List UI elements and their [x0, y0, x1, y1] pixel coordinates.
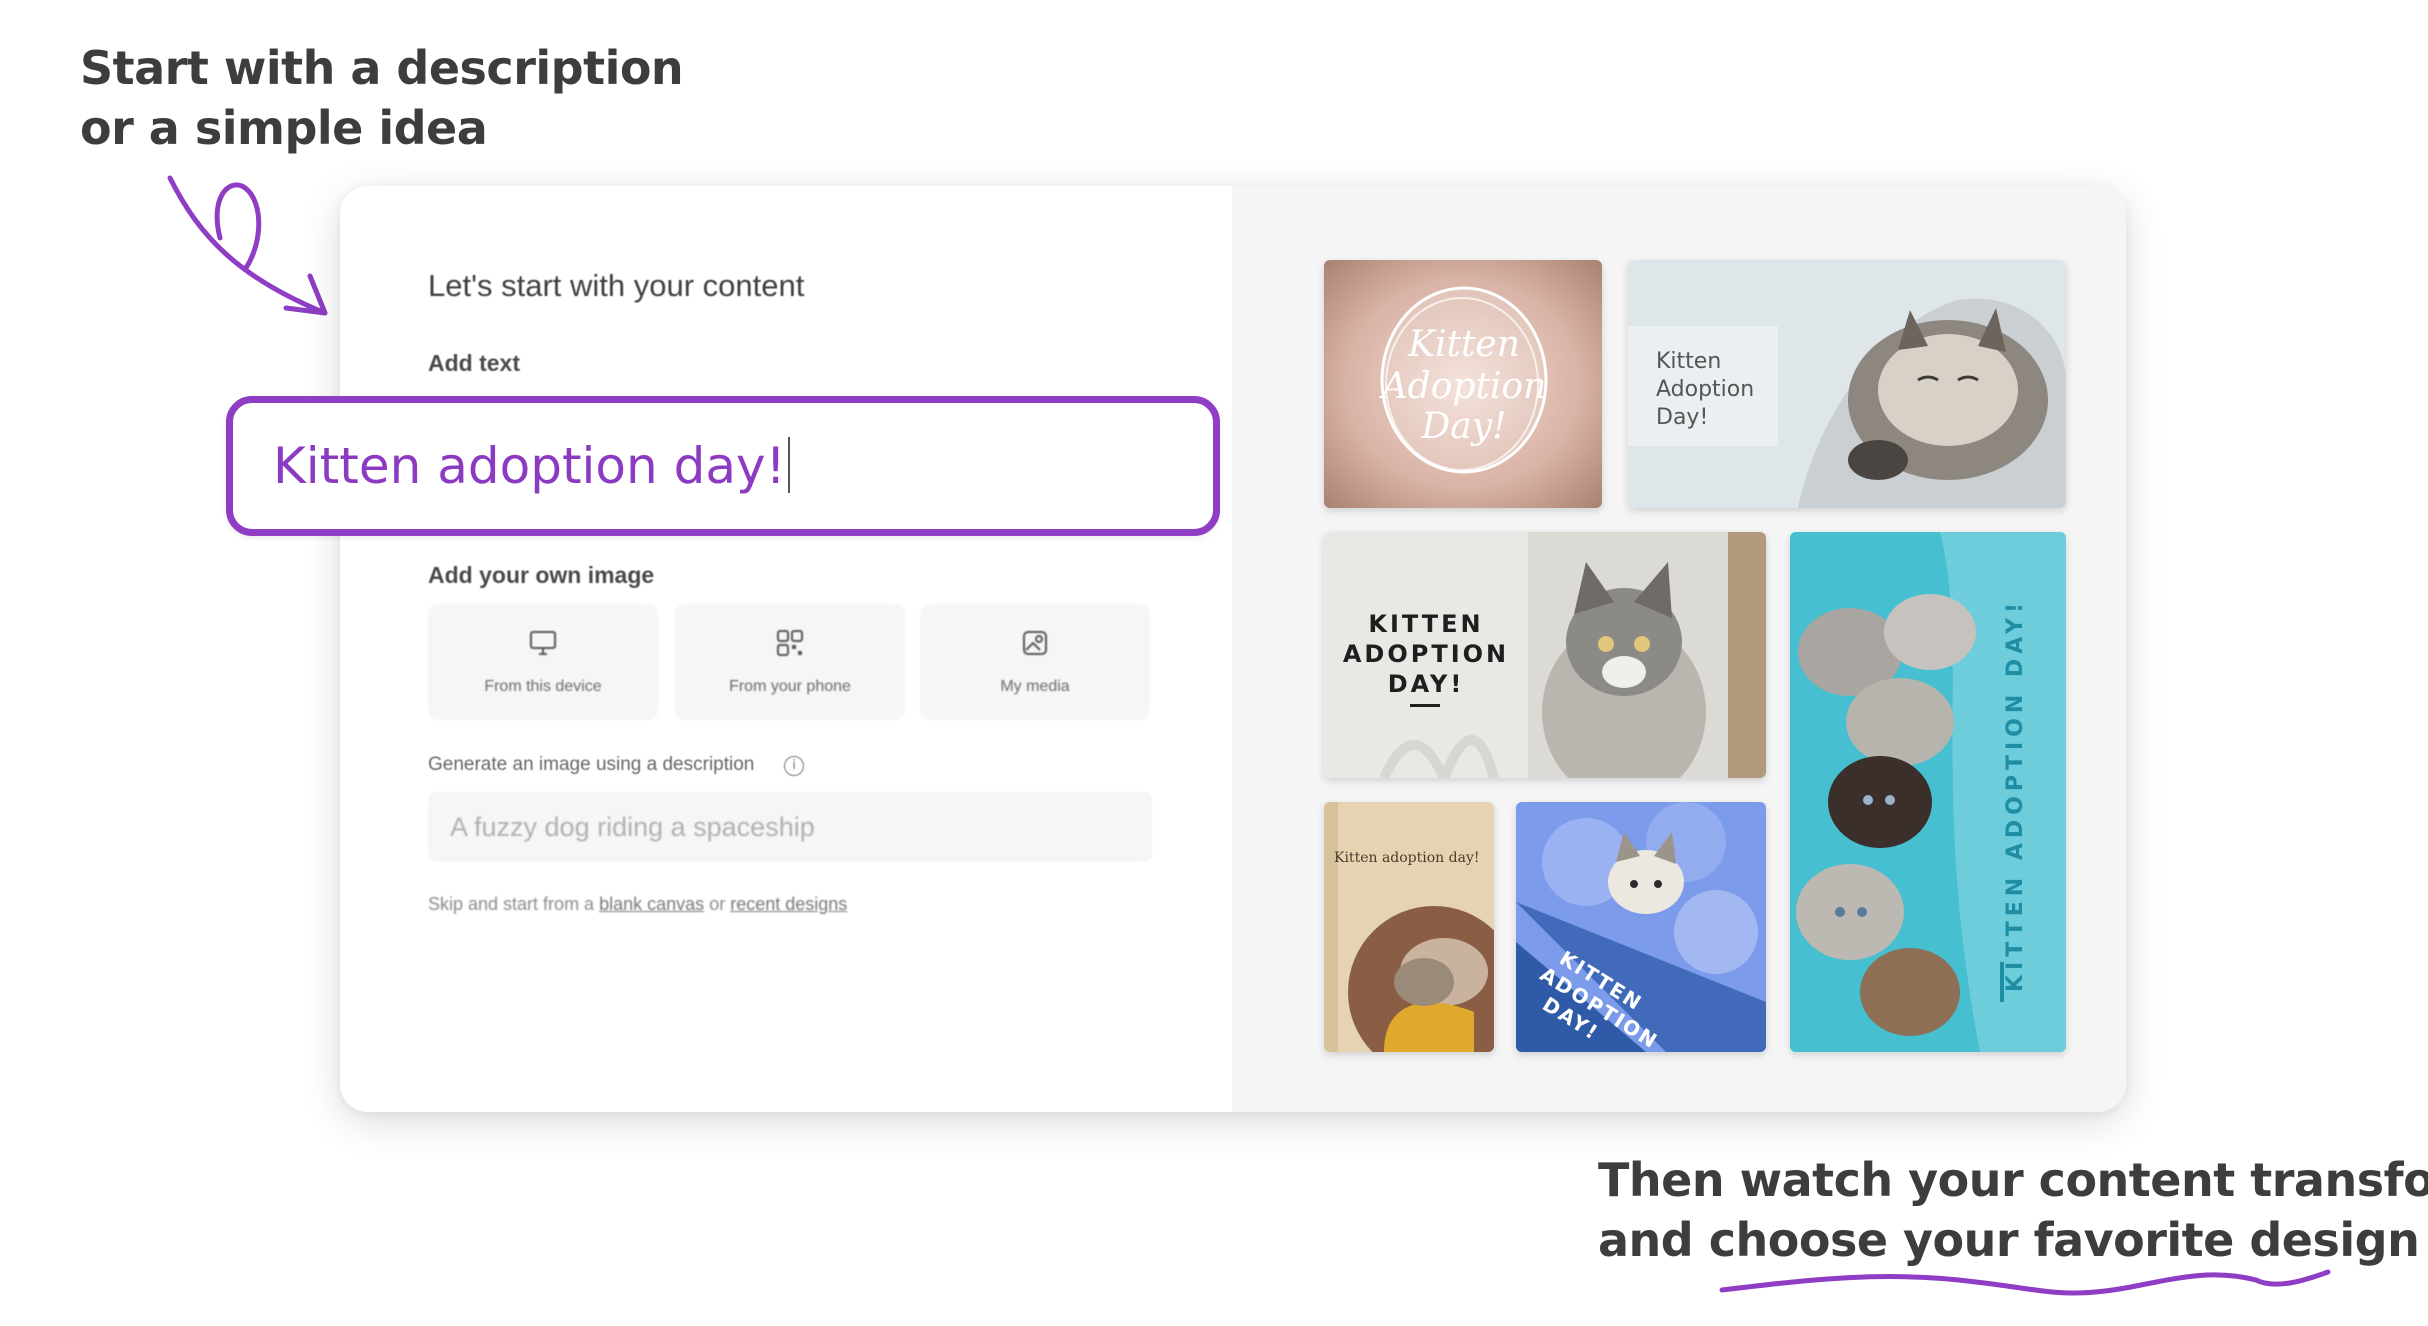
- top-caption-line-2: or a simple idea: [80, 101, 488, 155]
- design-5-artwork: Kitten adoption day!: [1324, 802, 1494, 1052]
- svg-text:ADOPTION: ADOPTION: [1343, 640, 1509, 668]
- design-3-artwork: KITTEN ADOPTION DAY!: [1324, 532, 1766, 778]
- bottom-caption-line-1: Then watch your content transform: [1598, 1153, 2428, 1207]
- content-form-panel: Let's start with your content Add text A…: [340, 186, 1232, 1112]
- from-device-button[interactable]: From this device: [428, 604, 658, 720]
- recent-designs-link[interactable]: recent designs: [730, 894, 847, 914]
- info-icon[interactable]: [784, 756, 804, 776]
- svg-text:Day!: Day!: [1656, 405, 1708, 430]
- text-input-value: Kitten adoption day!: [273, 437, 790, 495]
- image-gallery-icon: [1023, 631, 1047, 655]
- add-text-input[interactable]: Kitten adoption day!: [226, 396, 1220, 536]
- or-text: or: [709, 894, 726, 914]
- from-device-label: From this device: [484, 678, 602, 695]
- skip-prefix: Skip and start from a: [428, 894, 595, 914]
- generate-input-placeholder: A fuzzy dog riding a spaceship: [450, 812, 815, 842]
- blank-canvas-link[interactable]: blank canvas: [599, 894, 704, 914]
- top-caption-line-1: Start with a description: [80, 41, 684, 95]
- form-heading: Let's start with your content: [428, 268, 805, 303]
- svg-text:Kitten: Kitten: [1407, 324, 1520, 365]
- svg-text:Kitten: Kitten: [1656, 349, 1721, 374]
- add-image-label: Add your own image: [428, 562, 655, 588]
- qr-code-icon: [777, 630, 803, 656]
- generate-image-label: Generate an image using a description: [428, 754, 755, 775]
- top-caption: Start with a description or a simple ide…: [80, 38, 684, 158]
- svg-text:Adoption: Adoption: [1379, 366, 1547, 407]
- monitor-icon: [530, 631, 556, 655]
- svg-text:Day!: Day!: [1420, 406, 1506, 447]
- design-tile-1[interactable]: Kitten Adoption Day!: [1324, 260, 1602, 508]
- svg-text:KITTEN: KITTEN: [1368, 610, 1483, 638]
- design-tile-3[interactable]: KITTEN ADOPTION DAY!: [1324, 532, 1766, 778]
- text-caret: [787, 437, 790, 493]
- arrow-scribble-icon: [167, 175, 328, 316]
- design-4-artwork: KITTEN ADOPTION DAY!: [1790, 532, 2066, 1052]
- design-1-artwork: Kitten Adoption Day!: [1324, 260, 1602, 508]
- from-phone-button[interactable]: From your phone: [675, 604, 905, 720]
- my-media-label: My media: [1000, 678, 1070, 695]
- design-tile-4[interactable]: KITTEN ADOPTION DAY!: [1790, 532, 2066, 1052]
- generate-description-input[interactable]: A fuzzy dog riding a spaceship: [428, 792, 1152, 862]
- svg-text:Kitten adoption day!: Kitten adoption day!: [1334, 850, 1479, 866]
- svg-text:Adoption: Adoption: [1656, 377, 1754, 402]
- add-text-label: Add text: [428, 350, 520, 376]
- design-6-artwork: KITTEN ADOPTION DAY!: [1516, 802, 1766, 1052]
- bottom-caption: Then watch your content transform and ch…: [1598, 1150, 2428, 1270]
- svg-text:DAY!: DAY!: [1388, 670, 1465, 698]
- skip-line: Skip and start from a blank canvas or re…: [428, 894, 847, 915]
- design-tile-6[interactable]: KITTEN ADOPTION DAY!: [1516, 802, 1766, 1052]
- design-tile-2[interactable]: Kitten Adoption Day!: [1628, 260, 2066, 508]
- design-tile-5[interactable]: Kitten adoption day!: [1324, 802, 1494, 1052]
- from-phone-label: From your phone: [729, 678, 851, 695]
- design-2-artwork: Kitten Adoption Day!: [1628, 260, 2066, 508]
- my-media-button[interactable]: My media: [920, 604, 1150, 720]
- svg-text:KITTEN ADOPTION DAY!: KITTEN ADOPTION DAY!: [2003, 598, 2028, 992]
- underline-scribble-icon: [1719, 1269, 2331, 1296]
